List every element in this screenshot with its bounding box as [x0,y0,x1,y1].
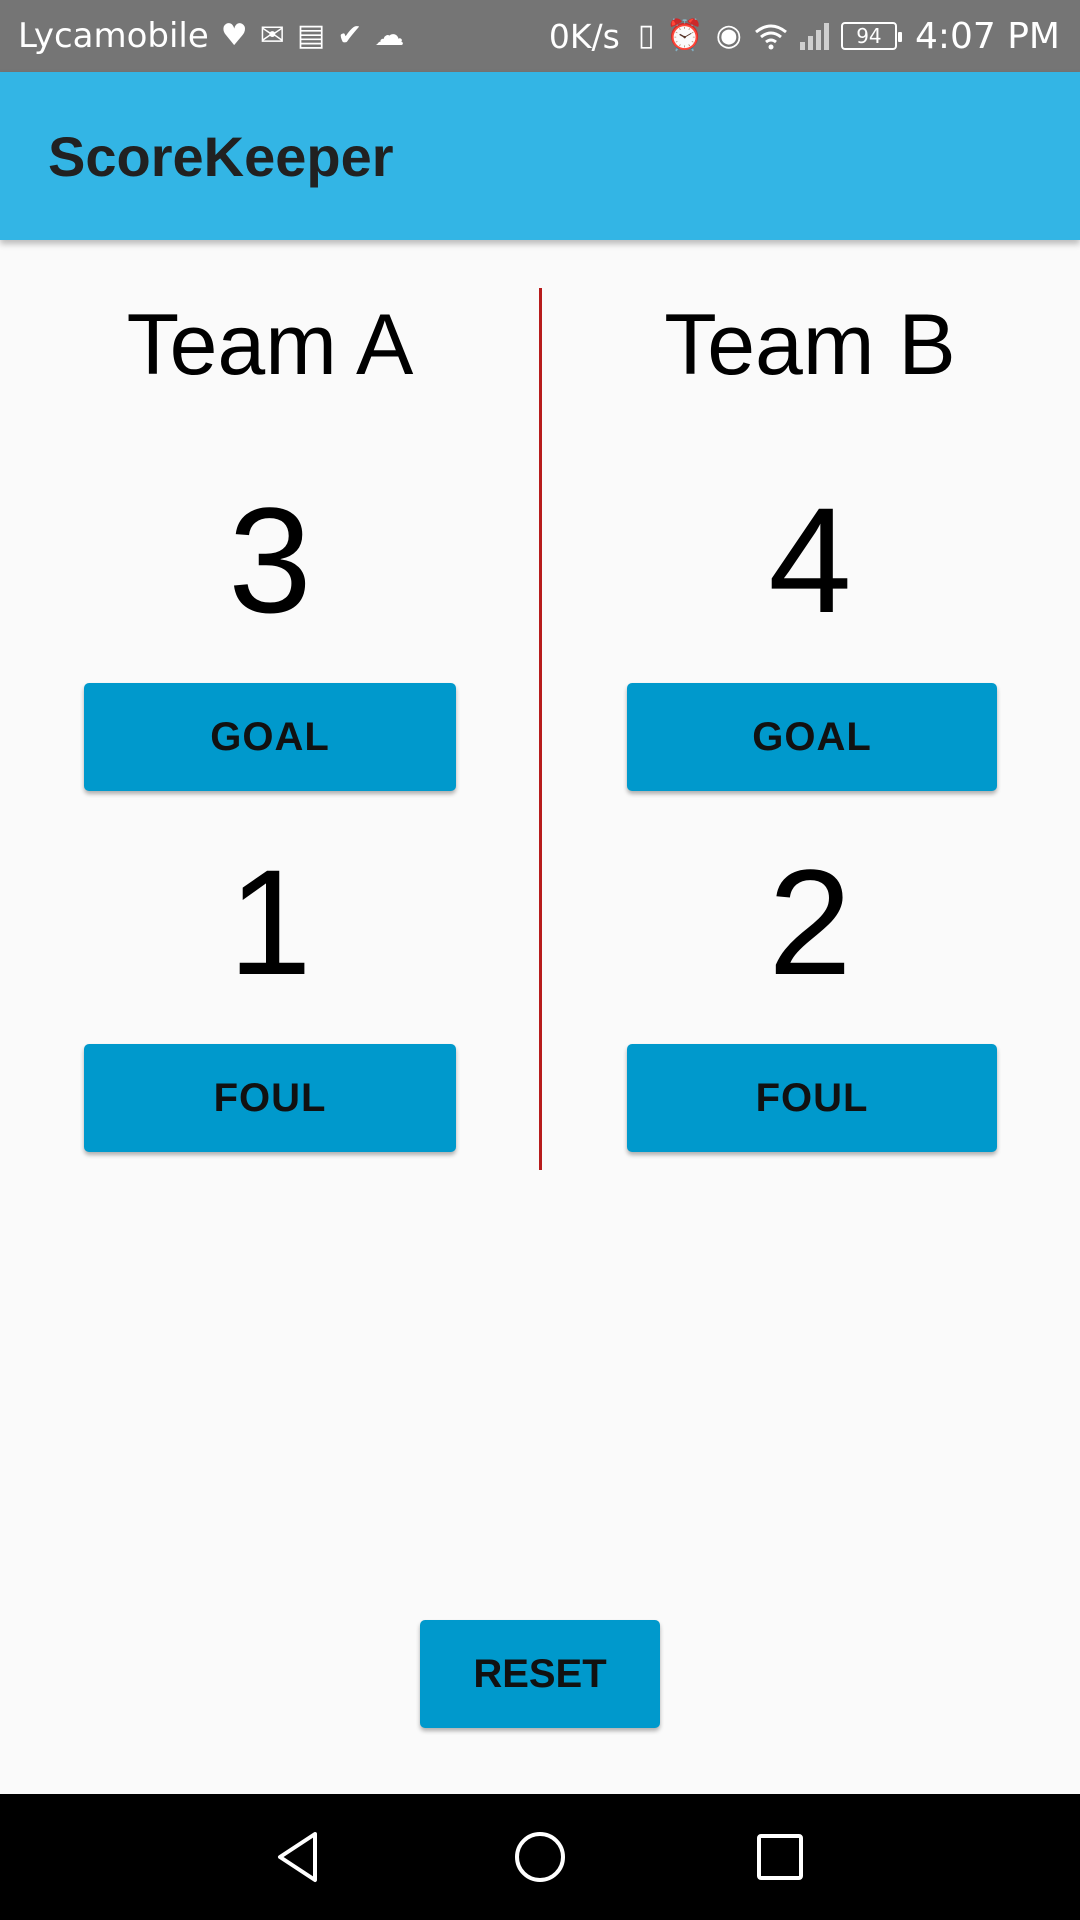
eye-icon: ◉ [715,18,742,53]
carrier-name: Lycamobile [18,16,209,56]
status-bar-right: 0K/s ▯ ⏰ ◉ 94 4:07 PM [549,16,1060,57]
team-b-foul-button[interactable]: FOUL [627,1044,997,1152]
recents-icon[interactable] [745,1822,815,1892]
team-b-goal-button[interactable]: GOAL [627,683,997,791]
battery-icon: 94 [840,22,902,50]
status-bar: Lycamobile ♥ ✉ ▤ ✔ ☁ 0K/s ▯ ⏰ ◉ 94 4:07 … [0,0,1080,72]
clock: 4:07 PM [914,15,1060,57]
network-speed: 0K/s [548,16,620,56]
app-bar: ScoreKeeper [0,72,1080,240]
alarm-icon: ⏰ [666,18,704,53]
heart-rate-icon: ♥ [220,18,248,53]
check-icon: ✔ [337,18,363,53]
reset-button[interactable]: RESET [420,1620,660,1728]
app-title: ScoreKeeper [48,124,394,188]
cloud-icon: ☁ [374,18,405,53]
team-b-name: Team B [664,297,956,393]
battery-level: 94 [856,24,882,48]
team-divider [539,288,542,1170]
status-bar-left: Lycamobile ♥ ✉ ▤ ✔ ☁ [18,16,404,56]
back-icon[interactable] [265,1822,335,1892]
team-a-name: Team A [126,297,414,393]
navigation-bar [0,1794,1080,1920]
home-icon[interactable] [505,1822,575,1892]
wifi-icon [754,22,788,50]
team-a-fouls: 1 [228,838,312,1006]
team-b-score: 4 [768,476,852,644]
mail-icon: ✉ [259,18,285,53]
signal-icon [799,22,829,50]
team-a-score: 3 [228,476,312,644]
news-icon: ▤ [296,18,326,53]
team-b-fouls: 2 [768,838,852,1006]
team-a-foul-button[interactable]: FOUL [84,1044,456,1152]
team-a-goal-button[interactable]: GOAL [84,683,456,791]
vibrate-icon: ▯ [637,18,655,53]
